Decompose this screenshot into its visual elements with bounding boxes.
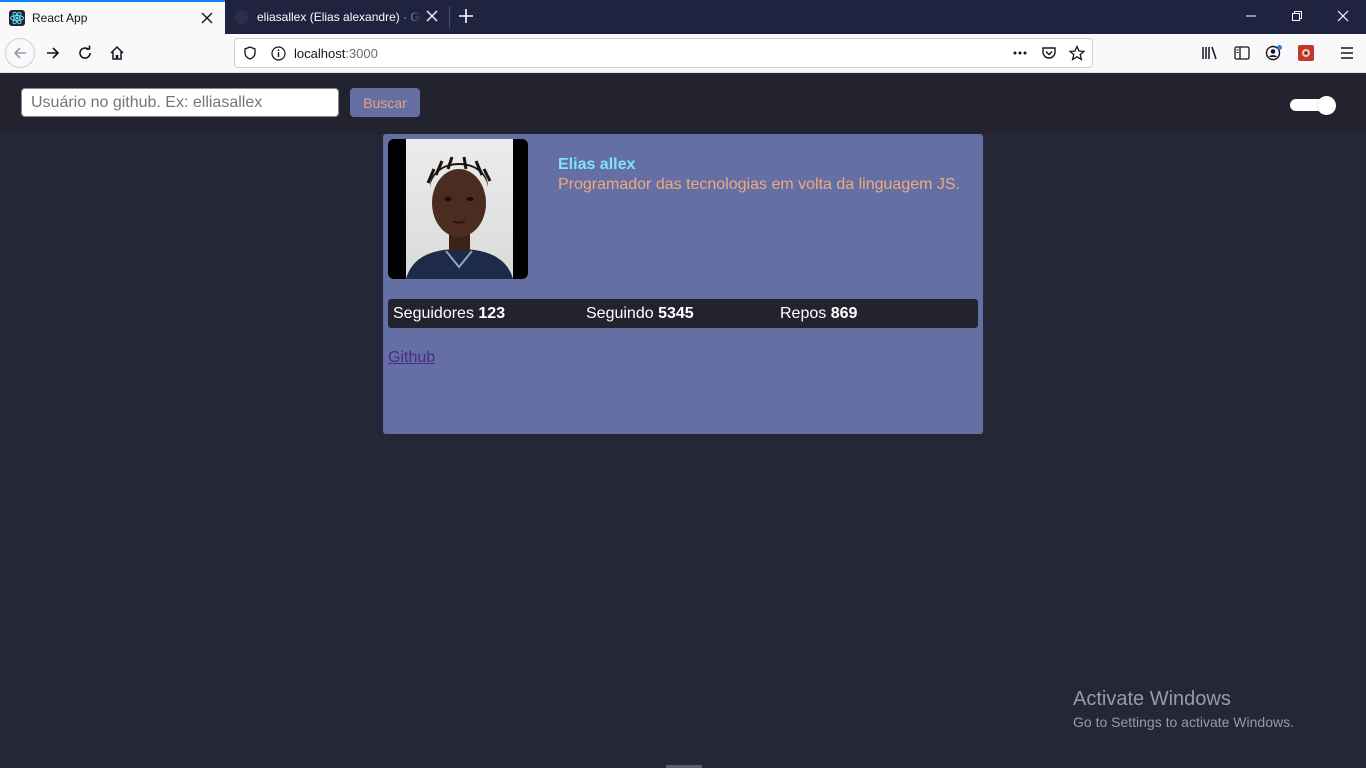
url-host: localhost — [294, 46, 346, 61]
library-icon[interactable] — [1198, 41, 1222, 65]
stat-followers: Seguidores 123 — [393, 305, 505, 323]
home-button[interactable] — [102, 38, 132, 68]
tab-github-profile[interactable]: eliasallex (Elias alexandre) · GitHub — [225, 0, 450, 34]
url-port: :3000 — [345, 46, 378, 61]
close-tab-icon[interactable] — [424, 8, 440, 24]
page-content: Buscar Elias allex P — [0, 74, 1366, 768]
profile-name: Elias allex — [558, 156, 636, 173]
profile-stats: Seguidores 123 Seguindo 5345 Repos 869 — [388, 299, 978, 328]
tab-react-app[interactable]: React App — [0, 0, 225, 34]
tab-separator — [449, 6, 450, 28]
watermark-title: Activate Windows — [1073, 688, 1231, 710]
reload-button[interactable] — [70, 38, 100, 68]
tab-title: React App — [32, 11, 88, 25]
profile-card: Elias allex Programador das tecnologias … — [383, 134, 983, 434]
stat-value: 123 — [478, 305, 506, 322]
pocket-icon[interactable] — [1041, 45, 1057, 61]
stat-label: Repos — [780, 305, 827, 322]
search-button[interactable]: Buscar — [350, 88, 420, 117]
windows-activation-watermark: Activate Windows Go to Settings to activ… — [1073, 688, 1294, 730]
avatar — [388, 139, 528, 279]
forward-button[interactable] — [38, 38, 68, 68]
github-username-input[interactable] — [21, 88, 339, 117]
browser-toolbar: localhost:3000 — [0, 34, 1366, 73]
github-profile-link[interactable]: Github — [388, 349, 435, 367]
url-text: localhost:3000 — [294, 46, 378, 61]
tab-title: eliasallex (Elias alexandre) · GitHub — [257, 10, 422, 24]
sidebar-icon[interactable] — [1230, 41, 1254, 65]
account-icon[interactable] — [1262, 41, 1286, 65]
browser-tab-bar: React App eliasallex (Elias alexandre) ·… — [0, 0, 1366, 34]
stat-following: Seguindo 5345 — [586, 305, 694, 323]
new-tab-button[interactable] — [455, 5, 477, 27]
bookmark-star-icon[interactable] — [1069, 45, 1085, 61]
search-header: Buscar — [0, 74, 1366, 134]
profile-photo — [406, 139, 513, 279]
site-info-icon[interactable] — [270, 45, 286, 61]
watermark-subtitle: Go to Settings to activate Windows. — [1073, 714, 1294, 730]
stat-label: Seguidores — [393, 305, 474, 322]
minimize-window-button[interactable] — [1228, 0, 1274, 32]
profile-bio: Programador das tecnologias em volta da … — [558, 176, 960, 193]
back-button[interactable] — [5, 38, 35, 68]
stat-label: Seguindo — [586, 305, 654, 322]
stat-value: 869 — [830, 305, 858, 322]
shield-icon[interactable] — [242, 45, 258, 61]
close-window-button[interactable] — [1320, 0, 1366, 32]
stat-value: 5345 — [658, 305, 694, 322]
toggle-knob — [1317, 96, 1336, 115]
menu-icon[interactable] — [1335, 41, 1359, 65]
restore-window-button[interactable] — [1274, 0, 1320, 32]
page-actions-icon[interactable] — [1012, 45, 1028, 61]
close-tab-icon[interactable] — [199, 10, 215, 26]
stat-repos: Repos 869 — [780, 305, 857, 323]
react-icon — [9, 10, 25, 26]
theme-toggle[interactable] — [1290, 96, 1336, 115]
extension-icon[interactable] — [1294, 41, 1318, 65]
address-bar[interactable]: localhost:3000 — [234, 38, 1093, 68]
github-icon — [234, 9, 250, 25]
